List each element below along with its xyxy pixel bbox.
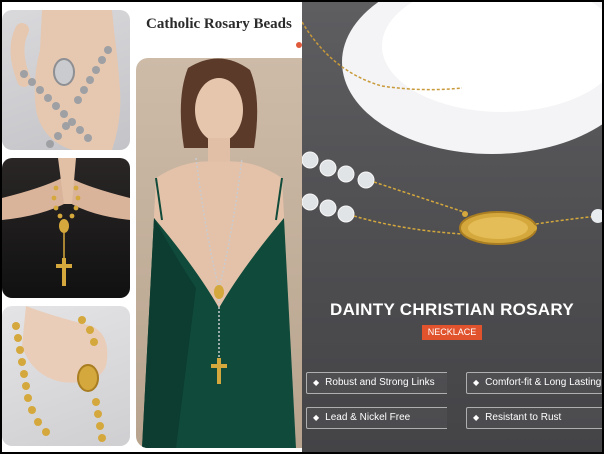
feature-item: ◆ Robust and Strong Links [306, 372, 447, 394]
image-frame: Catholic Rosary Beads DAINTY CHRISTIAN R… [0, 0, 604, 454]
left-title: Catholic Rosary Beads [146, 16, 292, 32]
product-type-badge: NECKLACE [422, 325, 482, 340]
photo-hand-silver-rosary [2, 10, 130, 150]
photo-model-green-dress [136, 58, 302, 448]
product-photo-rosary-necklace [302, 2, 602, 245]
diamond-bullet-icon: ◆ [313, 378, 320, 387]
feature-item: ◆ Resistant to Rust [466, 407, 602, 429]
photo-praying-hands-gold-rosary [2, 158, 130, 298]
product-heading: DAINTY CHRISTIAN ROSARY [330, 300, 574, 319]
diamond-bullet-icon: ◆ [313, 413, 320, 422]
left-panel: Catholic Rosary Beads [2, 2, 302, 452]
feature-item: ◆ Comfort-fit & Long Lasting [466, 372, 602, 394]
diamond-bullet-icon: ◆ [473, 413, 480, 422]
feature-item: ◆ Lead & Nickel Free [306, 407, 447, 429]
diamond-bullet-icon: ◆ [473, 378, 480, 387]
right-panel: DAINTY CHRISTIAN ROSARY NECKLACE ◆ Robust… [302, 2, 602, 452]
photo-hand-gold-rosary [2, 306, 130, 446]
